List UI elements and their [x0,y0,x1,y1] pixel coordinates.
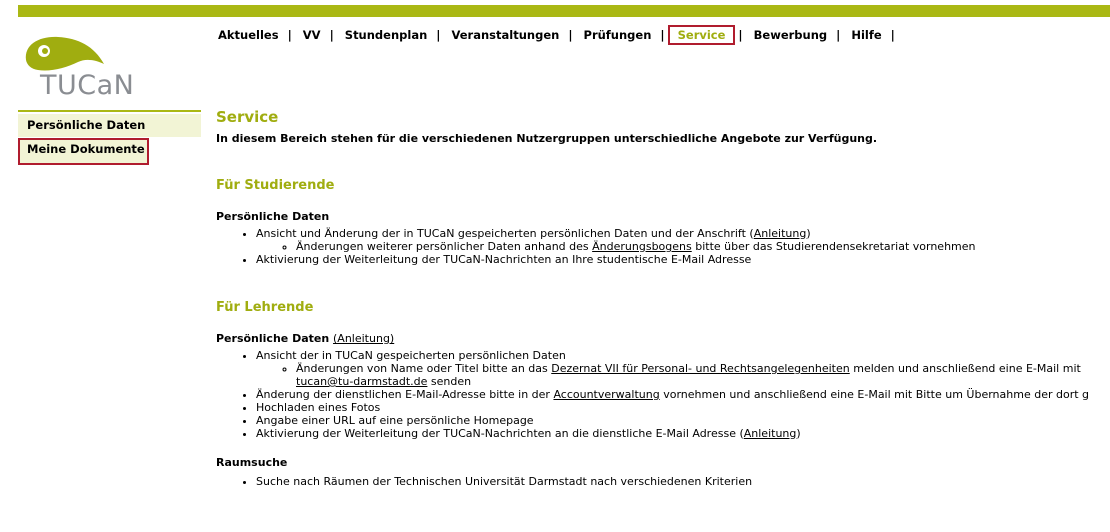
nav-vv[interactable]: VV [303,28,321,42]
email-link[interactable]: tucan@tu-darmstadt.de [296,375,427,388]
aenderungsbogen-link[interactable]: Änderungsbogens [592,240,692,253]
list-item: Änderungen von Name oder Titel bitte an … [296,362,1110,388]
list-item: Suche nach Räumen der Technischen Univer… [256,475,1110,488]
nav-separator: | [660,28,665,42]
list-item: Änderung der dienstlichen E-Mail-Adresse… [256,388,1110,401]
accountverwaltung-link[interactable]: Accountverwaltung [553,388,659,401]
section-teachers-heading: Für Lehrende [216,300,314,315]
list-item: Ansicht der in TUCaN gespeicherten persö… [256,349,1110,388]
list-item: Hochladen eines Fotos [256,401,1110,414]
nav-separator: | [329,28,334,42]
sidebar-item-persoenliche-daten[interactable]: Persönliche Daten [18,114,201,137]
nav-bewerbung[interactable]: Bewerbung [754,28,828,42]
nav-separator: | [738,28,743,42]
list-item: Angabe einer URL auf eine persönliche Ho… [256,414,1110,427]
dezernat-link[interactable]: Dezernat VII für Personal- und Rechtsang… [551,362,850,375]
nav-service[interactable]: Service [667,25,736,45]
main-navigation: Aktuelles | VV | Stundenplan | Veranstaltun… [218,25,906,45]
nav-separator: | [836,28,841,42]
list-item: Aktivierung der Weiterleitung der TUCaN-… [256,427,1110,440]
students-personal-data-title: Persönliche Daten [216,210,330,223]
teachers-list: Ansicht der in TUCaN gespeicherten persö… [256,349,1110,440]
top-accent-bar [18,5,1110,17]
nav-separator: | [287,28,292,42]
nav-pruefungen[interactable]: Prüfungen [584,28,652,42]
nav-separator: | [890,28,895,42]
sidebar-item-meine-dokumente[interactable]: Meine Dokumente [18,138,149,165]
main-content: Service In diesem Bereich stehen für die… [216,108,1110,488]
list-item: Ansicht und Änderung der in TUCaN gespei… [256,227,1110,253]
section-students-heading: Für Studierende [216,178,335,193]
list-item: Änderungen weiterer persönlicher Daten a… [296,240,1110,253]
teachers-personal-data-title: Persönliche Daten (Anleitung) [216,332,395,345]
anleitung-link[interactable]: (Anleitung) [333,332,394,345]
anleitung-link[interactable]: Anleitung [744,427,797,440]
sidebar: Persönliche Daten Meine Dokumente [18,110,201,165]
nav-hilfe[interactable]: Hilfe [851,28,881,42]
list-item: Aktivierung der Weiterleitung der TUCaN-… [256,253,1110,266]
logo-wordmark: TUCaN [40,70,135,101]
nav-separator: | [436,28,441,42]
anleitung-link[interactable]: Anleitung [754,227,807,240]
nav-separator: | [568,28,573,42]
page-title: Service [216,108,279,126]
nav-veranstaltungen[interactable]: Veranstaltungen [451,28,559,42]
nav-aktuelles[interactable]: Aktuelles [218,28,279,42]
room-search-title: Raumsuche [216,456,288,469]
nav-stundenplan[interactable]: Stundenplan [345,28,428,42]
room-list: Suche nach Räumen der Technischen Univer… [256,475,1110,488]
sidebar-divider [18,110,201,112]
intro-text: In diesem Bereich stehen für die verschi… [216,132,878,145]
tucan-logo[interactable]: TUCaN [22,34,162,104]
students-list: Ansicht und Änderung der in TUCaN gespei… [256,227,1110,266]
